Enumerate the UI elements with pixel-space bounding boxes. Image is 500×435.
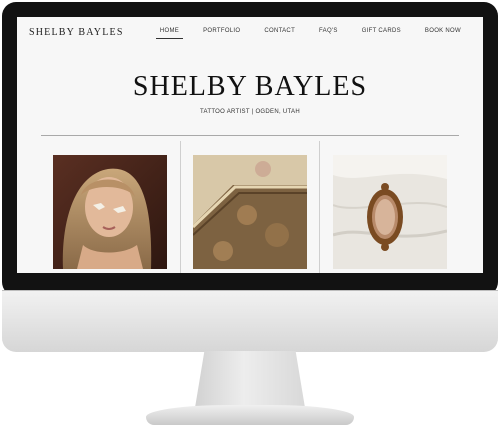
monitor-stand-base <box>146 405 354 425</box>
nav-contact[interactable]: CONTACT <box>252 28 307 34</box>
nav-faqs[interactable]: FAQ'S <box>307 28 350 34</box>
gallery <box>41 141 459 273</box>
main-nav: HOME PORTFOLIO CONTACT FAQ'S GIFT CARDS … <box>148 28 473 39</box>
nav-gift-cards[interactable]: GIFT CARDS <box>350 28 413 34</box>
gallery-item[interactable] <box>319 141 459 273</box>
monitor-stand <box>194 351 306 409</box>
nav-book-now[interactable]: BOOK NOW <box>413 28 473 34</box>
gallery-item[interactable] <box>41 141 180 273</box>
site-logo[interactable]: SHELBY BAYLES <box>29 27 124 38</box>
monitor-chin <box>2 290 498 352</box>
divider <box>41 135 459 136</box>
nav-portfolio[interactable]: PORTFOLIO <box>191 28 252 34</box>
nav-home[interactable]: HOME <box>148 28 191 39</box>
gallery-item[interactable] <box>179 141 320 273</box>
mirror-photo[interactable] <box>332 155 447 269</box>
ceiling-photo[interactable] <box>193 155 307 269</box>
monitor-screen: SHELBY BAYLES HOME PORTFOLIO CONTACT FAQ… <box>17 17 483 273</box>
hero-subtitle: TATTOO ARTIST | OGDEN, UTAH <box>199 109 300 115</box>
hero-title: SHELBY BAYLES <box>132 71 368 102</box>
portrait-photo[interactable] <box>53 155 168 269</box>
